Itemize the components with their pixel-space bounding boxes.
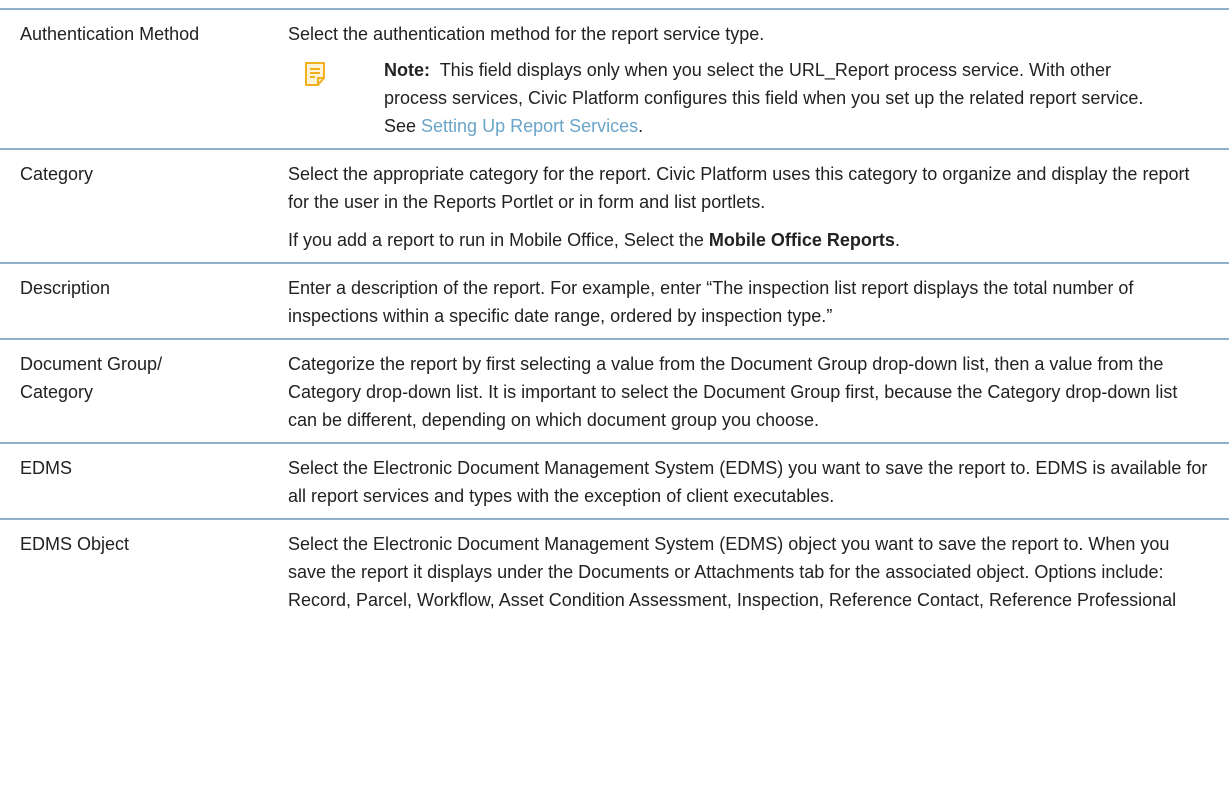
note-text: Note: This field displays only when you …	[384, 56, 1211, 140]
field-description: Categorize the report by first selecting…	[288, 340, 1229, 442]
field-name: Category	[20, 164, 94, 184]
desc2-end: .	[894, 230, 900, 250]
desc2-prefix: If you add a report to run in Mobile Off…	[288, 230, 709, 250]
field-name: Description	[20, 278, 111, 298]
field-name: EDMS Object	[20, 534, 130, 554]
table-row: Authentication Method Select the authent…	[0, 10, 1229, 150]
note-label: Note:	[384, 60, 430, 80]
table-row: Category Select the appropriate category…	[0, 150, 1229, 264]
description-text-2: If you add a report to run in Mobile Off…	[288, 226, 1211, 254]
field-table: Authentication Method Select the authent…	[0, 8, 1229, 622]
note-end: .	[638, 116, 644, 136]
field-description: Select the authentication method for the…	[288, 10, 1229, 148]
field-name: Document Group/ Category	[20, 354, 163, 402]
note-block: Note: This field displays only when you …	[288, 56, 1211, 140]
table-row: Description Enter a description of the r…	[0, 264, 1229, 340]
description-text: Select the appropriate category for the …	[288, 164, 1190, 212]
description-text: Enter a description of the report. For e…	[288, 278, 1134, 326]
field-name: Authentication Method	[20, 24, 200, 44]
field-description: Select the Electronic Document Managemen…	[288, 444, 1229, 518]
table-row: EDMS Select the Electronic Document Mana…	[0, 444, 1229, 520]
table-row: EDMS Object Select the Electronic Docume…	[0, 520, 1229, 622]
description-text: Select the Electronic Document Managemen…	[288, 458, 1208, 506]
field-description: Select the appropriate category for the …	[288, 150, 1229, 262]
description-text: Select the authentication method for the…	[288, 24, 765, 44]
field-description: Select the Electronic Document Managemen…	[288, 520, 1229, 622]
note-icon	[304, 62, 326, 94]
field-description: Enter a description of the report. For e…	[288, 264, 1229, 338]
field-name: EDMS	[20, 458, 73, 478]
description-text: Select the Electronic Document Managemen…	[288, 534, 1177, 610]
setting-up-report-services-link[interactable]: Setting Up Report Services	[421, 116, 638, 136]
description-text: Categorize the report by first selecting…	[288, 354, 1178, 430]
mobile-office-reports-label: Mobile Office Reports	[708, 230, 895, 250]
table-row: Document Group/ Category Categorize the …	[0, 340, 1229, 444]
